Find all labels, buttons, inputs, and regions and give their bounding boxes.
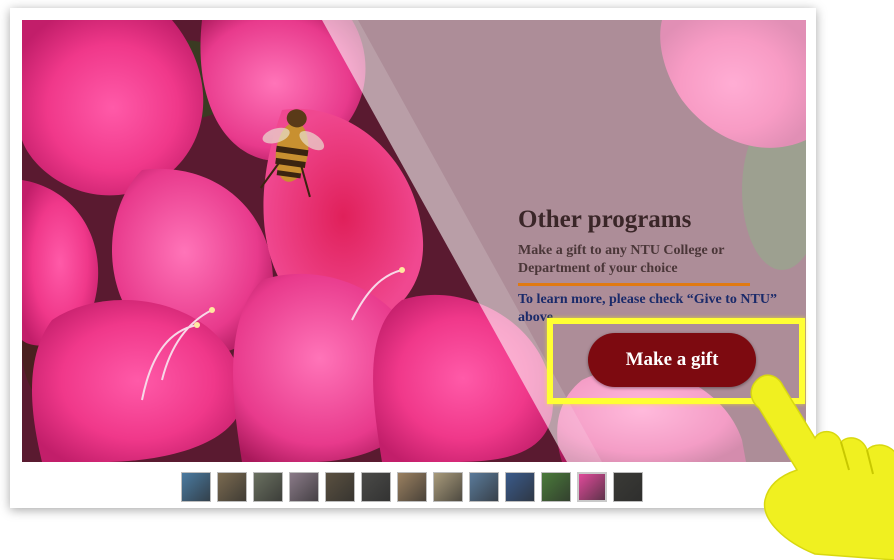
pointing-hand-icon <box>750 374 894 560</box>
thumbnail-4[interactable] <box>289 472 319 502</box>
thumbnail-12[interactable] <box>577 472 607 502</box>
thumbnail-10[interactable] <box>505 472 535 502</box>
panel-title: Other programs <box>518 206 692 233</box>
thumbnail-1[interactable] <box>181 472 211 502</box>
thumbnail-13[interactable] <box>613 472 643 502</box>
thumbnail-8[interactable] <box>433 472 463 502</box>
thumbnail-9[interactable] <box>469 472 499 502</box>
thumbnail-11[interactable] <box>541 472 571 502</box>
thumbnail-7[interactable] <box>397 472 427 502</box>
thumbnail-6[interactable] <box>361 472 391 502</box>
thumbnail-5[interactable] <box>325 472 355 502</box>
thumbnail-strip <box>181 472 643 502</box>
thumbnail-3[interactable] <box>253 472 283 502</box>
thumbnail-2[interactable] <box>217 472 247 502</box>
panel-divider <box>518 283 750 286</box>
make-a-gift-button[interactable]: Make a gift <box>588 333 756 387</box>
panel-description: Make a gift to any NTU College or Depart… <box>518 243 725 276</box>
